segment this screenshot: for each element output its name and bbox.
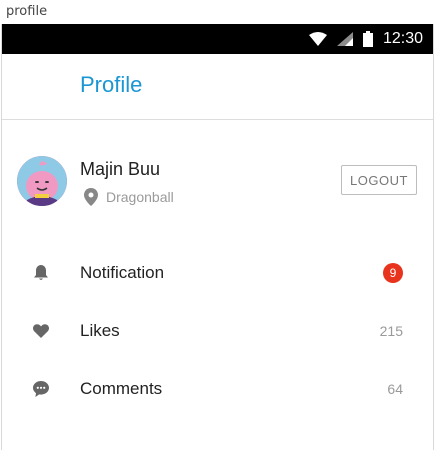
- comment-icon: [32, 380, 50, 398]
- window-title: profile: [0, 0, 436, 24]
- phone-screen: 12:30 Profile Majin Buu Dragonball LOGOU…: [1, 24, 434, 450]
- signal-icon: [336, 32, 353, 46]
- wifi-icon: [308, 32, 327, 46]
- bell-icon: [32, 264, 50, 282]
- user-name: Majin Buu: [80, 159, 161, 179]
- status-time: 12:30: [382, 30, 423, 47]
- logout-button[interactable]: LOGOUT: [341, 165, 417, 195]
- notification-badge: 9: [383, 263, 403, 283]
- menu-item-label: Notification: [80, 263, 165, 282]
- menu-item-label: Comments: [80, 379, 163, 398]
- page-title: Profile: [80, 72, 143, 97]
- location-pin-icon: [80, 186, 102, 208]
- user-location: Dragonball: [106, 189, 174, 205]
- menu-item-likes[interactable]: Likes 215: [2, 302, 433, 360]
- location-row: Dragonball: [80, 186, 174, 208]
- menu-item-label: Likes: [80, 321, 120, 340]
- battery-icon: [362, 31, 373, 47]
- status-bar: 12:30: [2, 24, 433, 54]
- heart-icon: [32, 322, 50, 340]
- menu-item-comments[interactable]: Comments 64: [2, 360, 433, 418]
- menu-list: Notification 9 Likes 215 Comments 64: [2, 244, 433, 418]
- profile-card: Majin Buu Dragonball LOGOUT: [2, 121, 433, 231]
- likes-count: 215: [379, 323, 403, 339]
- comments-count: 64: [387, 381, 403, 397]
- app-bar: Profile: [2, 54, 433, 120]
- avatar[interactable]: [17, 156, 67, 206]
- avatar-image: [17, 156, 67, 206]
- menu-item-notification[interactable]: Notification 9: [2, 244, 433, 302]
